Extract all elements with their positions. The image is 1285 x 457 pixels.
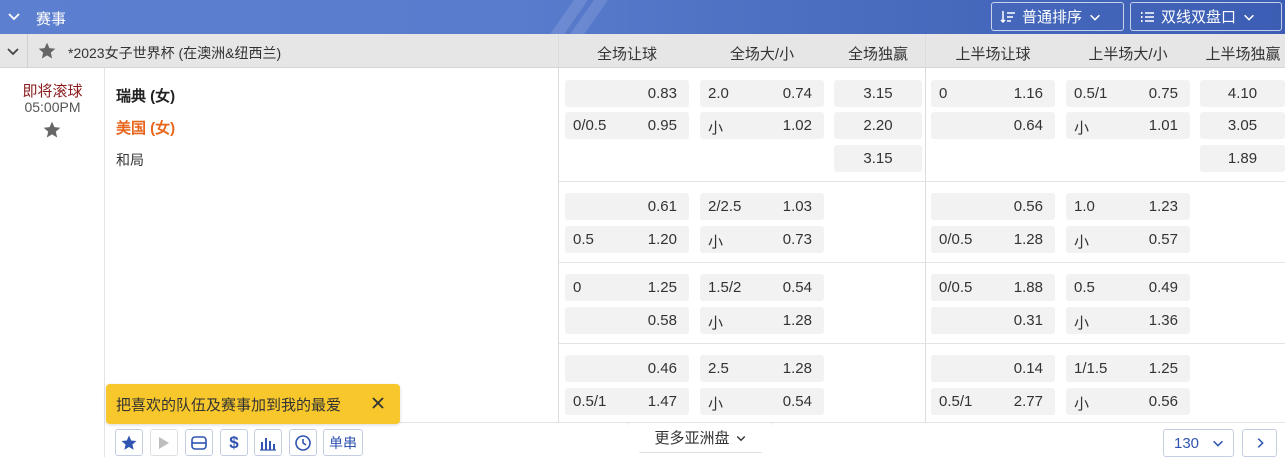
odds-cell[interactable]: 0.64 <box>931 112 1055 139</box>
odds-cell[interactable]: 0/0.5 1.88 <box>931 274 1055 301</box>
col-ht-handicap: 上半场让球 <box>955 46 1031 63</box>
league-header: *2023女子世界杯 (在澳洲&纽西兰) 全场让球 全场大/小 全场独赢 上半场… <box>0 34 1285 68</box>
match-status: 即将滚球 <box>22 83 83 100</box>
odds-cell[interactable]: 小 1.36 <box>1066 307 1190 334</box>
odds-cell[interactable]: 1.0 1.23 <box>1066 193 1190 220</box>
star-icon[interactable] <box>37 41 57 61</box>
col-ft-handicap: 全场让球 <box>596 46 657 63</box>
odds-cell[interactable]: 0.14 <box>931 355 1055 382</box>
away-team: 美国 (女) <box>116 120 176 137</box>
sort-label: 普通排序 <box>1022 9 1083 26</box>
odds-cell[interactable]: 1/1.5 1.25 <box>1066 355 1190 382</box>
odds-cell[interactable]: 1.89 <box>1200 145 1285 172</box>
odds-cell[interactable]: 小 0.73 <box>700 226 824 253</box>
odds-cell[interactable]: 0.61 <box>565 193 689 220</box>
live-play-button[interactable] <box>150 429 178 456</box>
dollar-icon: $ <box>229 432 239 452</box>
odds-cell[interactable]: 0.56 <box>931 193 1055 220</box>
chevron-down-icon[interactable] <box>6 8 22 24</box>
odds-cell[interactable]: 3.15 <box>834 80 922 107</box>
star-icon <box>121 435 137 450</box>
odds-cell[interactable]: 0 1.16 <box>931 80 1055 107</box>
match-time-column: 即将滚球 05:00PM <box>0 68 105 457</box>
odds-cell[interactable]: 0 1.25 <box>565 274 689 301</box>
chevron-down-icon <box>1090 14 1100 21</box>
odds-cell[interactable]: 0/0.5 1.28 <box>931 226 1055 253</box>
chevron-down-icon <box>1244 14 1254 21</box>
odds-cell[interactable]: 小 1.01 <box>1066 112 1190 139</box>
view-label: 双线双盘口 <box>1161 9 1237 26</box>
page-size-value: 130 <box>1174 434 1200 452</box>
favorites-tooltip: 把喜欢的队伍及赛事加到我的最爱 <box>106 384 400 424</box>
next-button[interactable] <box>1242 429 1277 457</box>
odds-cell[interactable]: 小 1.02 <box>700 112 824 139</box>
home-team: 瑞典 (女) <box>116 88 176 105</box>
odds-cell[interactable]: 0.58 <box>565 307 689 334</box>
chevron-down-icon[interactable] <box>5 43 21 59</box>
odds-cell[interactable]: 小 1.28 <box>700 307 824 334</box>
favorites-button[interactable] <box>115 429 143 456</box>
col-ft-over-under: 全场大/小 <box>729 46 795 63</box>
col-ft-1x2: 全场独赢 <box>847 46 908 63</box>
favorite-star-icon[interactable] <box>42 120 62 140</box>
bar-chart-icon <box>260 437 276 451</box>
list-icon <box>1141 11 1154 22</box>
page-size-select[interactable]: 130 <box>1163 429 1234 457</box>
odds-cell[interactable]: 2.0 0.74 <box>700 80 824 107</box>
stats-button[interactable] <box>254 429 282 456</box>
cashout-button[interactable]: $ <box>220 429 248 456</box>
odds-cell[interactable]: 0.5 0.49 <box>1066 274 1190 301</box>
odds-cell[interactable]: 0.5/1 0.75 <box>1066 80 1190 107</box>
view-dropdown[interactable]: 双线双盘口 <box>1130 2 1282 31</box>
odds-cell[interactable]: 3.05 <box>1200 112 1285 139</box>
odds-cell[interactable]: 0.46 <box>565 355 689 382</box>
odds-cell[interactable]: 2/2.5 1.03 <box>700 193 824 220</box>
league-name: *2023女子世界杯 (在澳洲&纽西兰) <box>68 45 282 61</box>
odds-cell[interactable]: 小 0.56 <box>1066 388 1190 415</box>
close-icon[interactable] <box>370 395 386 411</box>
chevron-right-icon <box>1257 438 1264 448</box>
ticket-icon <box>191 435 207 450</box>
sort-dropdown[interactable]: 普通排序 <box>991 2 1124 31</box>
odds-cell[interactable]: 4.10 <box>1200 80 1285 107</box>
history-button[interactable] <box>289 429 317 456</box>
single-parlay-label: 单串 <box>329 434 357 451</box>
clock-icon <box>295 434 311 451</box>
odds-cell[interactable]: 2.20 <box>834 112 922 139</box>
single-parlay-button[interactable]: 单串 <box>323 429 363 456</box>
odds-cell[interactable]: 0.31 <box>931 307 1055 334</box>
odds-cell[interactable]: 0.5 1.20 <box>565 226 689 253</box>
page-title: 赛事 <box>36 11 67 28</box>
odds-cell[interactable]: 0/0.5 0.95 <box>565 112 689 139</box>
odds-cell[interactable]: 1.5/2 0.54 <box>700 274 824 301</box>
odds-cell[interactable]: 0.5/1 1.47 <box>565 388 689 415</box>
col-ht-over-under: 上半场大/小 <box>1088 46 1168 63</box>
more-asian-lines-button[interactable]: 更多亚洲盘 <box>628 423 773 453</box>
odds-cell[interactable]: 2.5 1.28 <box>700 355 824 382</box>
odds-cell[interactable]: 小 0.54 <box>700 388 824 415</box>
draw-label: 和局 <box>116 152 144 168</box>
odds-cell[interactable]: 3.15 <box>834 145 922 172</box>
events-header: 赛事 普通排序 双线双盘口 <box>0 0 1285 34</box>
play-icon <box>159 436 169 449</box>
odds-cell[interactable]: 0.5/1 2.77 <box>931 388 1055 415</box>
tooltip-text: 把喜欢的队伍及赛事加到我的最爱 <box>116 396 342 414</box>
chevron-down-icon <box>736 435 745 441</box>
more-label: 更多亚洲盘 <box>654 430 730 447</box>
col-ht-1x2: 上半场独赢 <box>1205 46 1281 63</box>
ticket-button[interactable] <box>185 429 213 456</box>
odds-cell[interactable]: 0.83 <box>565 80 689 107</box>
kickoff-time: 05:00PM <box>24 99 81 115</box>
sort-icon <box>1000 10 1015 23</box>
odds-cell[interactable]: 小 0.57 <box>1066 226 1190 253</box>
chevron-down-icon <box>1213 440 1223 447</box>
